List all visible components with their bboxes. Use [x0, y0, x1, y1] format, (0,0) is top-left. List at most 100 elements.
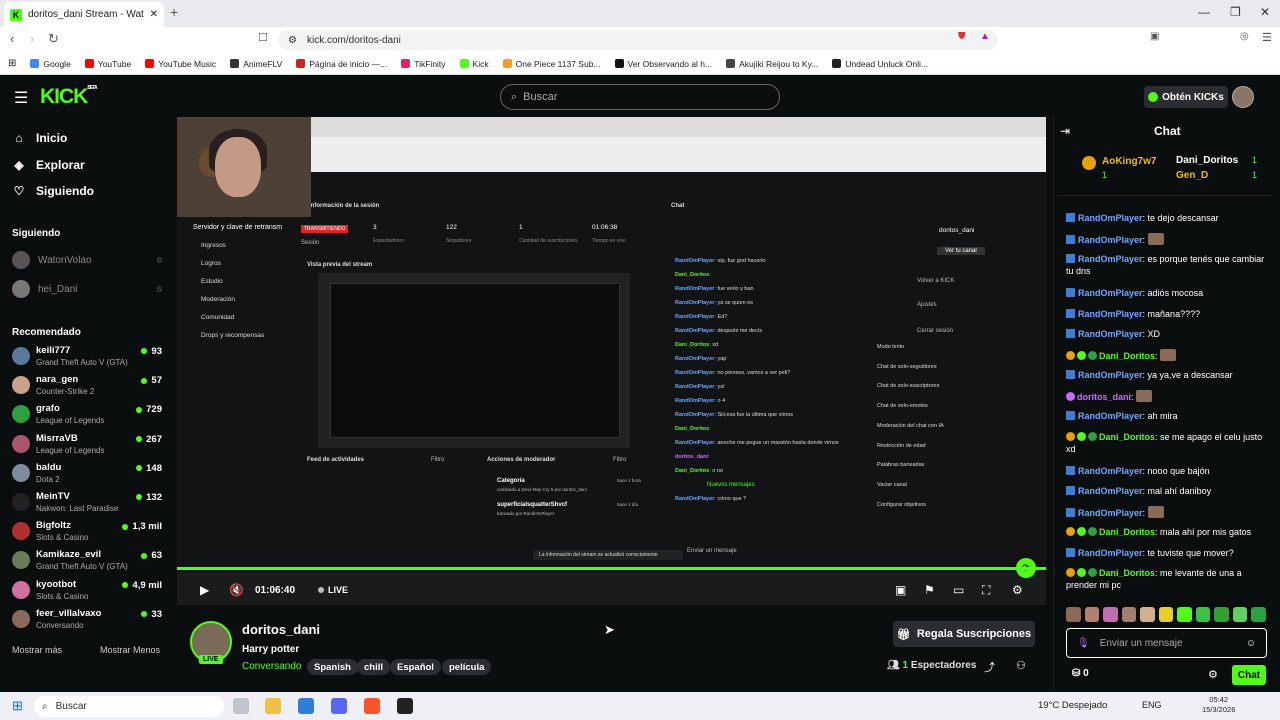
recommended-item[interactable]: MeinTV Nakwon: Last Paradise 132 [12, 491, 162, 517]
quality-icon[interactable]: ⚑ [924, 583, 935, 597]
taskbar-clock[interactable]: 05:42 15/3/2026 [1202, 695, 1235, 715]
recommended-item[interactable]: grafo League of Legends 729 [12, 403, 162, 429]
discord-icon[interactable] [331, 698, 347, 714]
bookmark-item[interactable]: Google [30, 59, 71, 69]
following-item[interactable]: WatonVolao ⦸ [12, 251, 162, 269]
tag[interactable]: Español [390, 659, 441, 675]
chat-username[interactable]: RandOmPlayer [1078, 486, 1143, 496]
emote[interactable] [1177, 607, 1192, 622]
chat-username[interactable]: doritos_dani [1077, 392, 1131, 402]
recommended-item[interactable]: baldu Dota 2 148 [12, 462, 162, 488]
emote[interactable] [1158, 607, 1174, 622]
microphone-icon[interactable]: 🎙︎ [1077, 638, 1090, 649]
minimize-icon[interactable]: — [1198, 5, 1210, 19]
show-more-link[interactable]: Mostrar más [12, 645, 62, 655]
chat-username[interactable]: RandOmPlayer [1078, 309, 1143, 319]
brave-icon[interactable] [364, 698, 380, 714]
bookmark-item[interactable]: AnimeFLV [230, 59, 282, 69]
brave-rewards-icon[interactable]: ▲ [980, 31, 990, 42]
chat-settings-icon[interactable]: ⚙ [1208, 668, 1218, 681]
chat-username[interactable]: Dani_Doritos [1099, 351, 1155, 361]
kick-logo[interactable]: KICKBETA [40, 85, 98, 109]
back-icon[interactable]: ‹ [10, 31, 14, 46]
sidebar-item-siguiendo[interactable]: ♡ Siguiendo [12, 184, 94, 198]
hamburger-menu-icon[interactable]: ☰ [14, 88, 28, 108]
bookmark-item[interactable]: Akujiki Reijou to Ky... [726, 59, 818, 69]
clip-icon[interactable]: ▣ [895, 583, 906, 597]
windows-start-icon[interactable]: ⊞ [12, 698, 23, 714]
emoji-icon[interactable]: ☺ [1246, 638, 1256, 649]
channel-name[interactable]: doritos_dani [242, 622, 320, 637]
maximize-icon[interactable]: ❐ [1230, 5, 1241, 19]
brave-shield-icon[interactable]: ⛊ [958, 31, 966, 42]
emote[interactable] [1066, 607, 1081, 622]
emote[interactable] [1195, 607, 1211, 622]
chat-username[interactable]: RandOmPlayer [1078, 235, 1143, 245]
chat-username[interactable]: RandOmPlayer [1078, 254, 1143, 264]
settings-gear-icon[interactable]: ⚙ [1012, 583, 1023, 597]
gift-subs-button[interactable]: 🎁︎ Regala Suscripciones [893, 621, 1035, 647]
collapse-chat-icon[interactable]: ⇥ [1060, 124, 1070, 138]
chat-username[interactable]: RandOmPlayer [1078, 466, 1143, 476]
apps-icon[interactable]: ⊞ [8, 58, 16, 69]
emote[interactable] [1103, 607, 1118, 622]
tag[interactable]: Spanish [307, 659, 358, 675]
sidebar-item-inicio[interactable]: ⌂ Inicio [12, 131, 67, 145]
recommended-item[interactable]: kyootbot Slots & Casino 4,9 mil [12, 579, 162, 605]
emote[interactable] [1084, 607, 1100, 622]
weather-widget[interactable]: 19°C Despejado [1038, 700, 1107, 711]
share-icon[interactable]: ⤴ [984, 659, 995, 675]
new-tab-icon[interactable]: + [170, 4, 178, 20]
get-kicks-button[interactable]: Obtén KICKs [1144, 86, 1228, 108]
chat-username[interactable]: RandOmPlayer [1078, 548, 1143, 558]
recommended-item[interactable]: Kamikaze_evil Grand Theft Auto V (GTA) 63 [12, 549, 162, 575]
emote[interactable] [1121, 607, 1137, 622]
emote[interactable] [1232, 607, 1248, 622]
following-item[interactable]: hei_Dani ⦸ [12, 280, 162, 298]
search-input[interactable]: ⌕ Buscar [500, 84, 780, 110]
chat-username[interactable]: RandOmPlayer [1078, 411, 1143, 421]
wallet-icon[interactable]: ◎ [1240, 31, 1249, 42]
emote[interactable] [1140, 607, 1155, 622]
sidebar-item-explorar[interactable]: ◈ Explorar [12, 158, 84, 172]
close-window-icon[interactable]: ✕ [1260, 5, 1270, 19]
chat-input[interactable]: 🎙︎ Enviar un mensaje ☺ [1066, 628, 1267, 658]
bookmark-item[interactable]: YouTube [84, 59, 131, 69]
video-progress-bar[interactable] [177, 567, 1046, 570]
url-bar[interactable]: ⚙ kick.com/doritos-dani [278, 30, 998, 50]
bookmark-item[interactable]: Página de inicio —... [296, 59, 387, 69]
chat-username[interactable]: Dani_Doritos [1099, 432, 1155, 442]
bookmark-icon[interactable]: ☐ [258, 31, 268, 44]
bookmark-item[interactable]: Undead Unluck Onli... [832, 59, 928, 69]
kicks-balance[interactable]: ⛁ 0 [1072, 668, 1089, 679]
obs-icon[interactable] [397, 698, 413, 714]
file-explorer-icon[interactable] [265, 698, 281, 714]
chat-username[interactable]: RandOmPlayer [1078, 329, 1143, 339]
tag[interactable]: chill [357, 659, 391, 675]
bookmark-item[interactable]: One Piece 1137 Sub... [502, 59, 601, 69]
browser-menu-icon[interactable]: ☰ [1262, 31, 1272, 44]
recommended-item[interactable]: Bigfoltz Slots & Casino 1,3 mil [12, 520, 162, 546]
emote[interactable] [1214, 607, 1229, 622]
recommended-item[interactable]: MisrraVB League of Legends 267 [12, 433, 162, 459]
emote[interactable] [1251, 607, 1267, 622]
close-tab-icon[interactable]: ✕ [150, 9, 158, 20]
taskbar-search[interactable]: ⌕ Buscar [34, 696, 224, 717]
recommended-item[interactable]: nara_gen Counter-Strike 2 57 [12, 374, 162, 400]
system-tray[interactable]: ENG [1142, 700, 1162, 710]
bookmark-item[interactable]: TikFinity [401, 59, 446, 69]
mute-icon[interactable]: 🔇 [229, 583, 244, 597]
follow-user-icon[interactable]: ⚇ [1016, 659, 1026, 672]
theater-mode-icon[interactable]: ▭ [953, 583, 964, 597]
site-info-icon[interactable]: ⚙ [288, 35, 297, 46]
bookmark-item[interactable]: YouTube Music [145, 59, 216, 69]
chat-username[interactable]: RandOmPlayer [1078, 213, 1143, 223]
reload-icon[interactable]: ↻ [48, 31, 59, 47]
fullscreen-icon[interactable]: ⛶ [982, 583, 990, 598]
chat-username[interactable]: Dani_Doritos [1099, 527, 1155, 537]
bookmark-item[interactable]: Ver Observando al h... [614, 59, 712, 69]
chat-username[interactable]: Dani_Doritos [1099, 568, 1155, 578]
send-chat-button[interactable]: Chat [1232, 665, 1266, 685]
sidebar-toggle-icon[interactable]: ▣ [1150, 31, 1159, 42]
user-avatar[interactable] [1232, 86, 1254, 108]
